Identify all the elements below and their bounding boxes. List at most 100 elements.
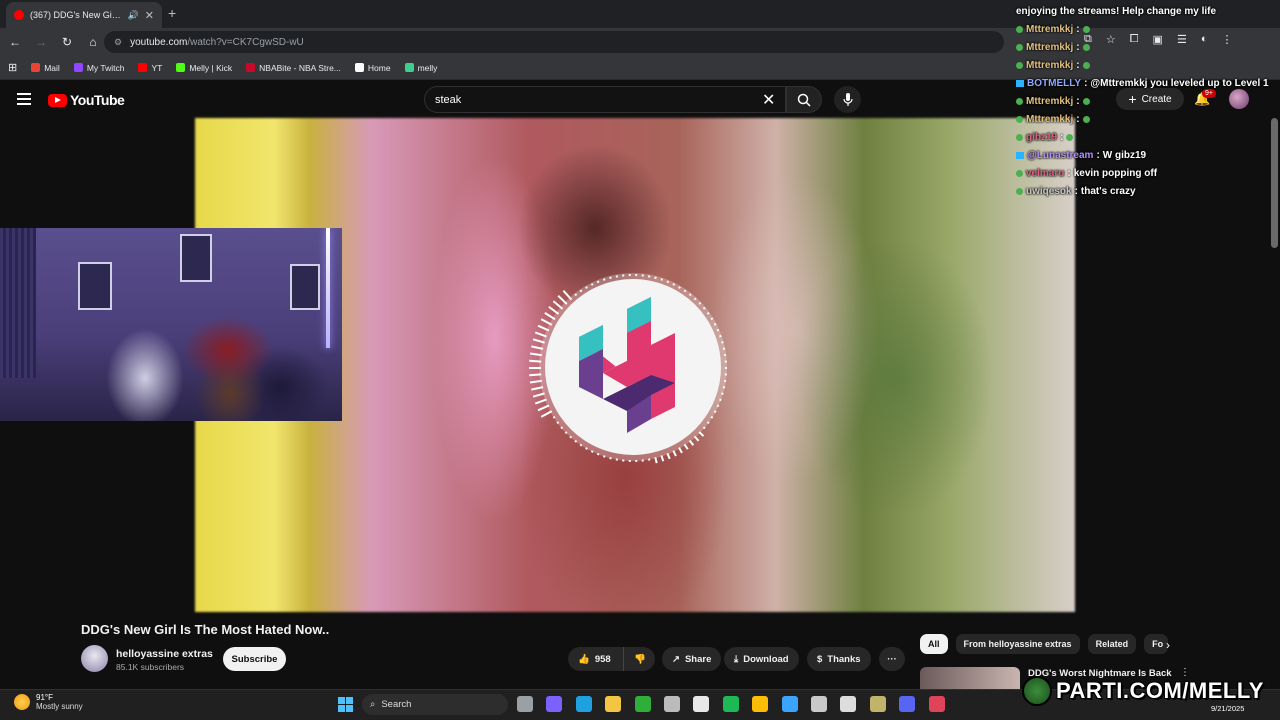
bookmark-home[interactable]: Home — [354, 63, 391, 73]
leaf-icon — [404, 63, 414, 72]
nba-icon — [246, 63, 256, 72]
back-icon[interactable]: ← — [4, 31, 26, 53]
xbox-icon[interactable] — [634, 696, 651, 712]
obs-icon[interactable] — [664, 696, 680, 712]
weather-description: Mostly sunny — [36, 702, 83, 711]
chat-badge-icon — [1016, 151, 1024, 159]
address-bar[interactable]: ⚙ youtube.com/watch?v=CK7CgwSD-wU — [104, 31, 1004, 53]
chat-status-dot-icon — [1016, 115, 1023, 123]
weather-widget[interactable]: 91°F Mostly sunny — [14, 693, 83, 711]
video-title: DDG's New Girl Is The Most Hated Now.. — [81, 622, 330, 637]
visualizer-bar — [531, 386, 544, 391]
chat-message: Mttremkkj: — [1016, 20, 1280, 38]
app-icon[interactable] — [869, 696, 886, 712]
search-icon — [797, 93, 811, 107]
stream-chat-overlay: enjoying the streams! Help change my lif… — [1016, 2, 1280, 200]
chat-status-dot-icon — [1016, 97, 1023, 105]
chat-separator: : — [1076, 59, 1080, 71]
more-actions-button[interactable]: ··· — [879, 647, 905, 671]
home-icon[interactable]: ⌂ — [82, 31, 104, 53]
visualizer-bar — [532, 392, 545, 398]
visualizer-bar — [532, 338, 545, 344]
hamburger-menu-icon[interactable] — [17, 93, 31, 105]
channel-avatar[interactable] — [81, 645, 108, 672]
new-tab-button[interactable]: + — [168, 5, 176, 21]
channel-name[interactable]: helloyassine extras — [116, 648, 213, 660]
visualizer-bar — [721, 341, 724, 344]
search-input[interactable]: steak — [424, 86, 786, 113]
visualizer-bar — [660, 455, 665, 462]
close-tab-icon[interactable]: ✕ — [145, 9, 154, 22]
forward-icon[interactable]: → — [30, 31, 52, 53]
chrome-icon[interactable] — [752, 696, 769, 712]
chat-text: W gibz19 — [1102, 149, 1147, 161]
clear-search-icon[interactable]: ✕ — [762, 90, 775, 110]
bookmark-nbabite[interactable]: NBABite - NBA Stre... — [246, 63, 341, 73]
media-player-icon[interactable] — [811, 696, 827, 712]
chat-text: that's crazy — [1080, 185, 1136, 197]
like-button[interactable]: 👍 958 — [568, 647, 623, 671]
super-thanks-icon: $ — [817, 653, 823, 665]
bookmark-mail[interactable]: Mail — [31, 63, 60, 73]
chat-message: velmaru: kevin popping off — [1016, 164, 1280, 182]
sun-icon — [14, 694, 30, 710]
youtube-logo[interactable]: YouTube — [48, 92, 125, 108]
chip-all[interactable]: All — [920, 634, 948, 654]
capcut-icon[interactable] — [840, 696, 857, 712]
chat-separator: : — [1067, 167, 1071, 179]
chat-username: gibz19 — [1026, 131, 1058, 143]
url-path: /watch?v=CK7CgwSD-wU — [187, 36, 304, 48]
audio-playing-icon[interactable]: 🔊 — [128, 10, 139, 21]
share-button[interactable]: ↗ Share — [662, 647, 722, 671]
bookmark-yt[interactable]: YT — [138, 63, 162, 73]
parti-logo-icon — [1022, 676, 1052, 706]
chat-message: @Lunastream: W gibz19 — [1016, 146, 1280, 164]
bookmark-twitch[interactable]: My Twitch — [73, 63, 124, 73]
file-explorer-icon[interactable] — [605, 696, 622, 712]
chat-separator: : — [1096, 149, 1100, 161]
copilot-icon[interactable] — [546, 696, 563, 712]
reload-icon[interactable]: ↻ — [56, 31, 78, 53]
photos-icon[interactable] — [781, 696, 798, 712]
chat-status-dot-icon — [1016, 133, 1023, 141]
browser-tab[interactable]: (367) DDG's New Girl Is The 🔊 ✕ — [6, 2, 162, 28]
spotify-icon[interactable] — [722, 696, 739, 712]
visualizer-bar — [654, 457, 658, 464]
chat-message: Mttremkkj: — [1016, 110, 1280, 128]
site-info-icon[interactable]: ⚙ — [114, 37, 122, 48]
windows-start-icon[interactable] — [338, 697, 353, 712]
channel-logo-circle — [545, 279, 721, 455]
search-button[interactable] — [786, 86, 822, 113]
chat-message: Mttremkkj: — [1016, 56, 1280, 74]
chat-emote-icon — [1082, 115, 1090, 123]
subscribe-button[interactable]: Subscribe — [223, 647, 286, 671]
thanks-button[interactable]: $ Thanks — [807, 647, 871, 671]
chevron-right-icon[interactable]: › — [1166, 638, 1170, 652]
discord-icon[interactable] — [899, 696, 916, 712]
bookmark-melly[interactable]: melly — [404, 63, 437, 73]
task-view-icon[interactable] — [517, 696, 533, 712]
hy-logo-icon — [579, 297, 675, 433]
page-scrollbar[interactable] — [1271, 118, 1278, 248]
bookmark-kick[interactable]: Melly | Kick — [176, 63, 232, 73]
visualizer-bar — [529, 359, 542, 363]
chat-text: @Mttremkkj you leveled up to Level 1 — [1090, 77, 1269, 89]
chat-username: uwiqesok — [1026, 185, 1072, 197]
chat-separator: : — [1076, 113, 1080, 125]
visualizer-bar — [529, 379, 543, 384]
chip-from-channel[interactable]: From helloyassine extras — [955, 634, 1080, 654]
chat-status-dot-icon — [1016, 25, 1023, 33]
download-button[interactable]: ⤓ Download — [724, 647, 799, 671]
edge-icon[interactable] — [575, 696, 592, 712]
chip-related[interactable]: Related — [1087, 634, 1137, 654]
visualizer-bar — [721, 392, 724, 395]
voice-search-button[interactable] — [834, 86, 861, 113]
taskbar-search[interactable]: ⌕ Search — [362, 694, 508, 715]
visualizer-bar — [603, 455, 606, 458]
maps-pin-icon[interactable] — [928, 696, 945, 712]
dislike-button[interactable]: 👎 — [623, 647, 655, 671]
store-icon[interactable] — [693, 696, 710, 712]
apps-grid-icon[interactable]: ⊞ — [8, 61, 17, 74]
recommended-video-thumbnail[interactable] — [920, 667, 1020, 689]
chip-for-you[interactable]: Fo — [1144, 634, 1169, 654]
